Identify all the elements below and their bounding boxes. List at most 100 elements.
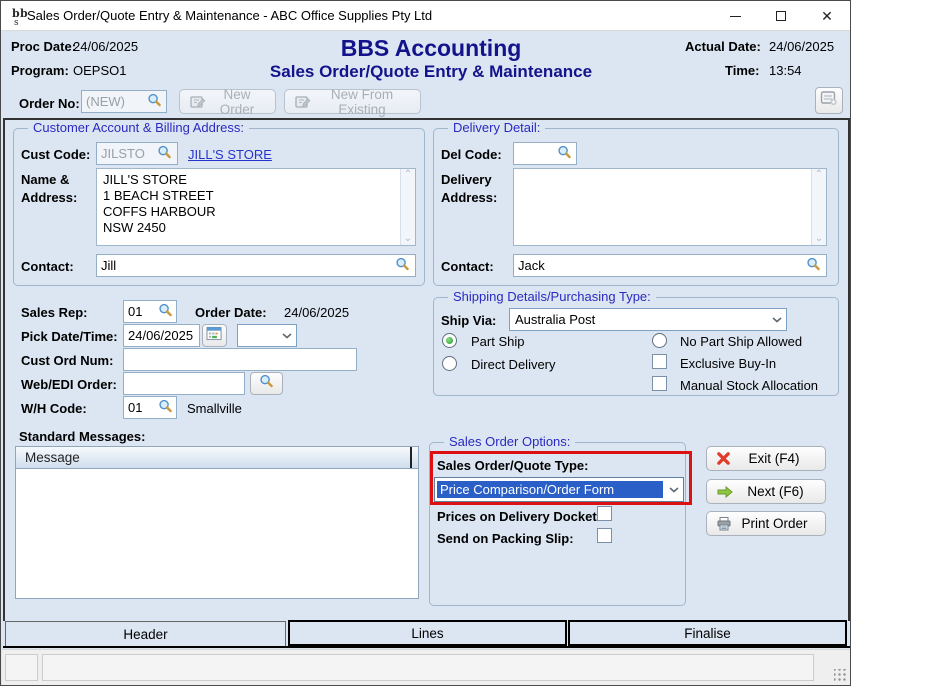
part-ship-radio[interactable] [442,333,457,348]
web-edi-input[interactable] [123,372,245,395]
order-no-search-icon[interactable] [147,93,162,108]
billing-contact-label: Contact: [21,259,74,274]
order-date-label: Order Date: [195,305,267,320]
cust-code-search-icon[interactable] [157,145,172,160]
tab-lines-label: Lines [411,626,443,641]
next-button-label: Next (F6) [734,484,825,499]
tab-finalise[interactable]: Finalise [568,620,847,646]
actual-date-value: 24/06/2025 [769,39,834,54]
delivery-contact-label: Contact: [441,259,494,274]
svg-text:b: b [20,7,28,20]
delivery-address-label-1: Delivery [441,172,492,187]
print-order-button-label: Print Order [732,516,825,531]
minimize-icon [730,16,741,17]
cust-ord-num-input[interactable] [123,348,357,371]
print-order-button[interactable]: Print Order [706,511,826,536]
time-value: 13:54 [769,63,802,78]
tab-header-label: Header [123,627,167,642]
tabs-divider [3,646,850,648]
program-label: Program: [11,63,69,78]
ship-via-dropdown[interactable]: Australia Post [509,308,787,331]
delivery-contact-input[interactable] [513,254,827,277]
del-code-search-icon[interactable] [557,145,572,160]
form-plus-icon [820,90,838,111]
maximize-button[interactable] [758,1,804,31]
exit-x-icon [716,451,731,466]
billing-address-scrollbar[interactable]: ⌃ ⌄ [400,169,415,245]
scroll-up-icon: ⌃ [815,169,823,181]
manual-stock-checkbox[interactable] [652,376,667,391]
pick-date-input[interactable] [123,324,200,347]
maximize-icon [776,11,786,21]
pick-time-dropdown[interactable] [237,324,297,347]
printer-icon [716,516,732,532]
billing-contact-input[interactable] [96,254,416,277]
web-edi-search-button[interactable] [250,372,283,395]
minimize-button[interactable] [712,1,758,31]
exclusive-buyin-checkbox[interactable] [652,354,667,369]
wh-code-search-icon[interactable] [158,399,173,414]
proc-date-label: Proc Date: [11,39,76,54]
billing-address-textarea[interactable]: JILL'S STORE 1 BEACH STREET COFFS HARBOU… [97,169,399,245]
packing-slip-checkbox[interactable] [597,528,612,543]
ship-via-label: Ship Via: [441,313,496,328]
new-from-existing-button[interactable]: New From Existing [284,89,421,114]
name-address-label-1: Name & [21,172,69,187]
no-part-ship-radio[interactable] [652,333,667,348]
screen-title: Sales Order/Quote Entry & Maintenance [201,62,661,82]
exit-button-label: Exit (F4) [731,451,825,466]
order-type-label: Sales Order/Quote Type: [437,458,588,473]
delivery-address-label-2: Address: [441,190,497,205]
direct-delivery-radio[interactable] [442,356,457,371]
tab-finalise-label: Finalise [684,626,731,641]
tab-lines[interactable]: Lines [288,620,567,646]
new-from-existing-label: New From Existing [312,87,420,117]
messages-column-header: Message [16,447,418,469]
new-order-icon [189,94,207,110]
new-order-label: New Order [207,87,275,117]
delivery-contact-search-icon[interactable] [806,257,821,272]
exit-button[interactable]: Exit (F4) [706,446,826,471]
form-options-button[interactable] [815,87,843,114]
wh-code-label: W/H Code: [21,401,87,416]
wh-name-value: Smallville [187,401,242,416]
calendar-icon [206,326,223,346]
scroll-down-icon: ⌄ [815,233,823,245]
billing-address-field: JILL'S STORE 1 BEACH STREET COFFS HARBOU… [96,168,416,246]
status-pane-small [5,654,38,681]
cust-code-label: Cust Code: [21,147,90,162]
svg-text:s: s [14,18,19,26]
exclusive-buyin-label: Exclusive Buy-In [680,356,776,371]
manual-stock-label: Manual Stock Allocation [680,378,818,393]
app-title: BBS Accounting [251,35,611,62]
prices-docket-label: Prices on Delivery Docket: [437,509,601,524]
close-icon: ✕ [821,9,833,23]
no-part-ship-label: No Part Ship Allowed [680,334,802,349]
close-button[interactable]: ✕ [804,1,850,31]
ship-via-value: Australia Post [510,312,768,327]
billing-contact-search-icon[interactable] [395,257,410,272]
new-order-button[interactable]: New Order [179,89,276,114]
message-column-label: Message [25,450,80,465]
prices-docket-checkbox[interactable] [597,506,612,521]
next-button[interactable]: Next (F6) [706,479,826,504]
shipping-group-title: Shipping Details/Purchasing Type: [448,289,656,304]
window-title: Sales Order/Quote Entry & Maintenance - … [27,8,432,23]
delivery-address-textarea[interactable] [514,169,810,245]
search-icon [259,374,274,394]
title-bar: b b s Sales Order/Quote Entry & Maintena… [1,1,850,31]
delivery-address-scrollbar[interactable]: ⌃ ⌄ [811,169,826,245]
proc-date-value: 24/06/2025 [73,39,138,54]
order-type-dropdown[interactable]: Price Comparison/Order Form [434,477,684,502]
customer-name-link[interactable]: JILL'S STORE [188,147,272,162]
tab-header[interactable]: Header [5,621,286,647]
resize-grip[interactable] [834,669,847,682]
status-pane-main [42,654,814,681]
order-no-label: Order No: [19,96,80,111]
sales-rep-search-icon[interactable] [158,303,173,318]
pick-date-calendar-button[interactable] [202,324,227,347]
del-code-label: Del Code: [441,147,502,162]
scroll-up-icon: ⌃ [404,169,412,181]
status-bar [2,649,851,686]
messages-list[interactable]: Message [15,446,419,599]
